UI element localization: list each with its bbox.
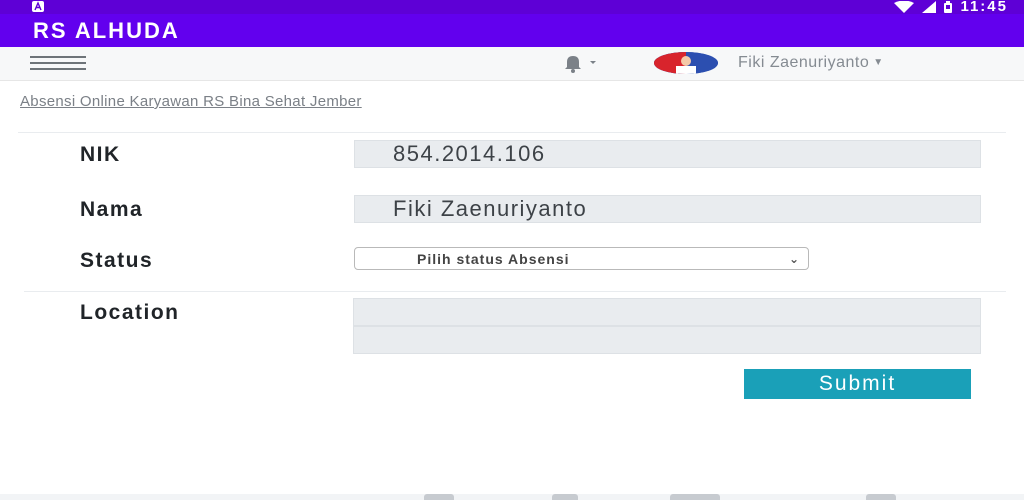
nama-field: Fiki Zaenuriyanto	[354, 195, 981, 223]
status-label: Status	[80, 249, 154, 272]
hamburger-menu-icon[interactable]	[30, 56, 86, 72]
navigation-bar	[0, 494, 1024, 500]
submit-button[interactable]: Submit	[744, 369, 971, 399]
chevron-down-icon: ⌄	[788, 252, 800, 266]
nama-label: Nama	[80, 198, 144, 221]
user-name: Fiki Zaenuriyanto	[738, 54, 870, 71]
location-field[interactable]	[353, 298, 981, 326]
battery-icon	[944, 1, 953, 13]
divider	[18, 132, 1006, 133]
bell-icon[interactable]	[558, 53, 598, 73]
location-map-area	[353, 326, 981, 354]
avatar[interactable]	[654, 52, 718, 74]
cell-signal-icon	[922, 1, 937, 13]
top-navbar: Fiki Zaenuriyanto ▼	[0, 47, 1024, 81]
nik-field: 854.2014.106	[354, 140, 981, 168]
clock: 11:45	[960, 0, 1008, 15]
status-bar: 11:45	[0, 0, 1024, 14]
breadcrumb-link[interactable]: Absensi Online Karyawan RS Bina Sehat Je…	[20, 93, 362, 110]
wifi-icon	[894, 1, 915, 13]
app-bar: RS ALHUDA	[0, 14, 1024, 47]
notification-a-icon	[32, 1, 44, 12]
location-label: Location	[80, 301, 180, 324]
user-menu[interactable]: Fiki Zaenuriyanto ▼	[738, 54, 884, 72]
app-title: RS ALHUDA	[33, 18, 180, 43]
chevron-down-icon: ▼	[873, 57, 884, 69]
status-select-value: Pilih status Absensi	[417, 251, 570, 267]
divider	[24, 291, 1006, 292]
nik-label: NIK	[80, 143, 121, 166]
status-select[interactable]: Pilih status Absensi ⌄	[354, 247, 809, 270]
